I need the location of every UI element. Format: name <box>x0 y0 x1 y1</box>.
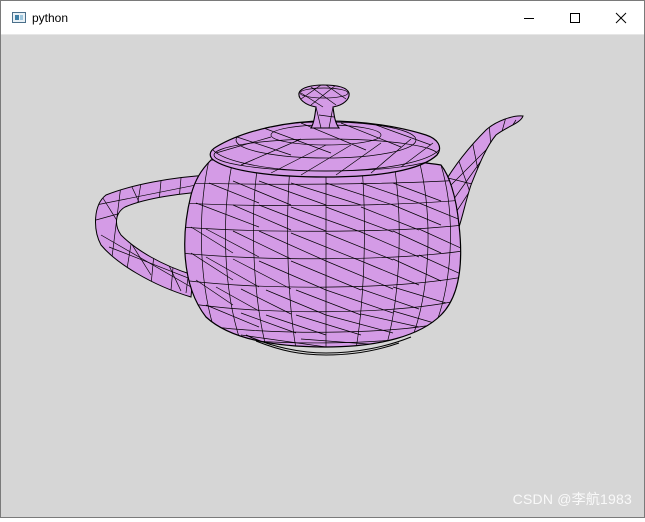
close-button[interactable] <box>598 1 644 34</box>
maximize-icon <box>570 12 580 23</box>
teapot-body <box>184 155 462 356</box>
render-canvas[interactable]: CSDN @李航1983 <box>1 35 644 517</box>
window-title: python <box>32 11 69 25</box>
maximize-button[interactable] <box>552 1 598 34</box>
close-icon <box>615 12 627 23</box>
title-bar[interactable]: python <box>1 1 644 35</box>
teapot-icon <box>95 84 524 356</box>
minimize-icon <box>524 17 534 19</box>
app-window: python CSDN @李航1983 <box>0 0 645 518</box>
python-window-icon <box>12 12 26 23</box>
watermark: CSDN @李航1983 <box>512 491 632 507</box>
minimize-button[interactable] <box>506 1 552 34</box>
